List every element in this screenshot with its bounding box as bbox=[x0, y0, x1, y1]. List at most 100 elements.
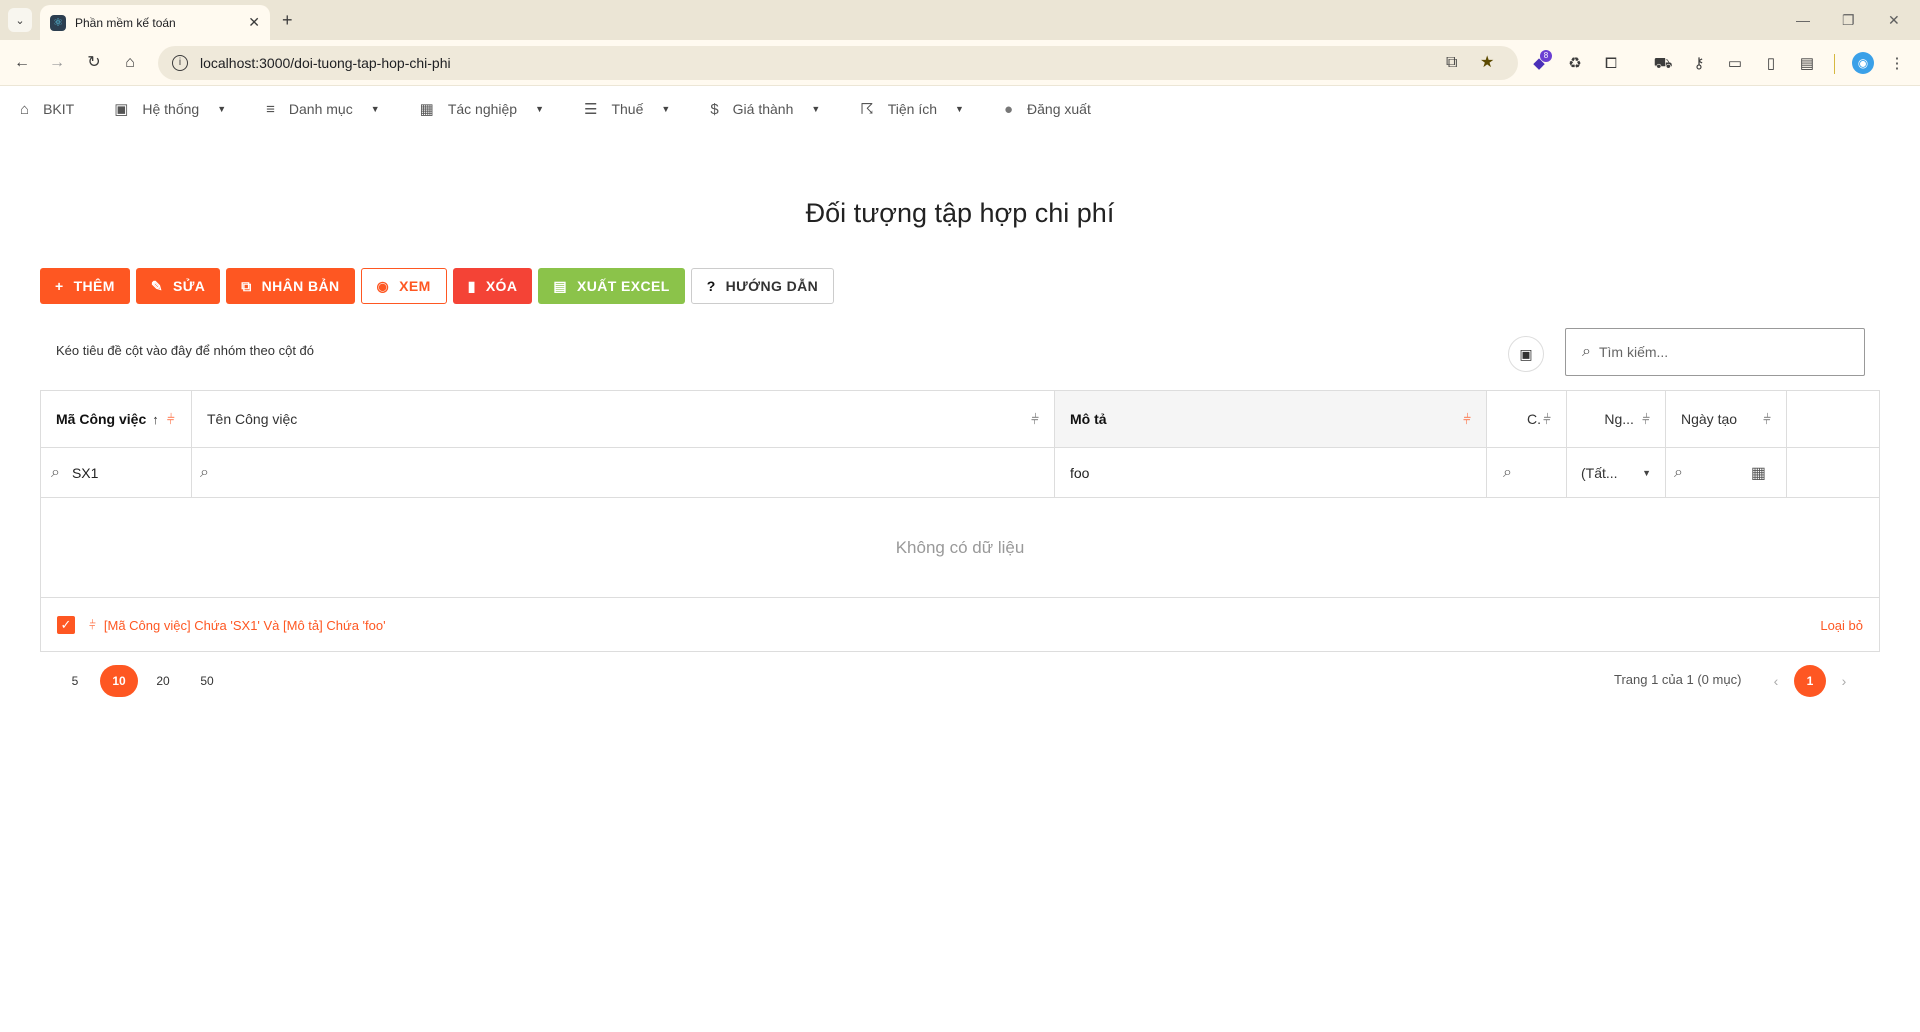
menu-item-thue[interactable]: ☰ Thuế ▼ bbox=[584, 87, 670, 131]
dropdown-caret-icon[interactable]: ▼ bbox=[1642, 468, 1651, 478]
column-header-desc[interactable]: Mô tả ⫩ bbox=[1055, 391, 1487, 447]
payment-card-icon[interactable]: ▭ bbox=[1724, 53, 1746, 75]
close-tab-icon[interactable]: ✕ bbox=[248, 14, 260, 31]
menu-item-dang-xuat[interactable]: ● Đăng xuất bbox=[1004, 87, 1091, 131]
search-input[interactable] bbox=[1598, 344, 1839, 360]
page-number-current[interactable]: 1 bbox=[1794, 665, 1826, 697]
copy-icon: ⧉ bbox=[241, 277, 252, 294]
new-tab-button[interactable]: + bbox=[282, 8, 293, 32]
filter-enabled-checkbox[interactable]: ✓ bbox=[57, 616, 75, 634]
minimize-icon[interactable]: — bbox=[1796, 8, 1810, 32]
menu-item-bkit[interactable]: ⌂ BKIT bbox=[20, 87, 74, 131]
filter-cell-desc[interactable]: foo bbox=[1055, 448, 1487, 497]
prev-page-icon[interactable]: ‹ bbox=[1768, 673, 1784, 689]
address-bar[interactable]: i localhost:3000/doi-tuong-tap-hop-chi-p… bbox=[158, 46, 1518, 80]
filter-cell-c[interactable]: ⌕ bbox=[1487, 448, 1567, 497]
plus-icon: + bbox=[55, 278, 64, 294]
help-circle-icon: ? bbox=[706, 278, 716, 294]
view-label: XEM bbox=[399, 278, 431, 294]
caret-down-icon: ▼ bbox=[535, 104, 545, 114]
filter-cell-ng[interactable]: (Tất... ▼ bbox=[1567, 448, 1666, 497]
restore-icon[interactable]: ❐ bbox=[1842, 8, 1855, 32]
page-size-selector: 5 10 20 50 bbox=[56, 665, 226, 697]
filter-cell-name[interactable]: ⌕ bbox=[192, 448, 1055, 497]
menu-label: Danh mục bbox=[288, 101, 353, 117]
page-size-option[interactable]: 50 bbox=[188, 665, 226, 697]
column-title: C. bbox=[1526, 411, 1541, 427]
side-panel-icon[interactable]: ▤ bbox=[1796, 53, 1818, 75]
list-icon: ≡ bbox=[266, 100, 275, 118]
menu-item-gia-thanh[interactable]: $ Giá thành ▼ bbox=[710, 87, 820, 131]
trash-icon: ▮ bbox=[467, 277, 476, 294]
menu-item-tien-ich[interactable]: ☈ Tiện ích ▼ bbox=[860, 87, 964, 131]
column-header-c[interactable]: C. ⫩ bbox=[1487, 391, 1567, 447]
export-excel-button[interactable]: ▤ XUẤT EXCEL bbox=[538, 268, 685, 304]
header-filter-icon[interactable]: ⫩ bbox=[1763, 411, 1771, 428]
help-button[interactable]: ? HƯỚNG DẪN bbox=[690, 268, 835, 304]
tab-search-button[interactable]: ⌄ bbox=[8, 8, 32, 32]
chevron-down-icon: ⌄ bbox=[15, 14, 25, 27]
profile-avatar[interactable]: ◉ bbox=[1852, 52, 1874, 74]
reading-mode-icon[interactable]: ▯ bbox=[1760, 53, 1782, 75]
filter-icon[interactable]: ⫩ bbox=[89, 618, 96, 633]
duplicate-button[interactable]: ⧉ NHÂN BẢN bbox=[226, 268, 355, 304]
caret-down-icon: ▼ bbox=[955, 104, 964, 114]
add-button[interactable]: + THÊM bbox=[40, 268, 130, 304]
sort-ascending-icon[interactable]: ↑ bbox=[152, 412, 159, 427]
home-icon[interactable]: ⌂ bbox=[118, 51, 142, 75]
caret-down-icon: ▼ bbox=[370, 104, 380, 114]
page-size-option[interactable]: 5 bbox=[56, 665, 94, 697]
browser-tab-active[interactable]: ⚛ Phần mềm kế toán ✕ bbox=[40, 5, 270, 40]
page-size-option-active[interactable]: 10 bbox=[100, 665, 138, 697]
view-button[interactable]: ◉ XEM bbox=[360, 268, 447, 304]
group-panel-hint: Kéo tiêu đề cột vào đây để nhóm theo cột… bbox=[56, 343, 315, 358]
duplicate-label: NHÂN BẢN bbox=[261, 278, 340, 294]
calendar-icon[interactable]: ▦ bbox=[1751, 463, 1766, 483]
column-header-actions bbox=[1787, 391, 1879, 447]
close-window-icon[interactable]: ✕ bbox=[1888, 8, 1900, 32]
filter-select-value[interactable]: (Tất... bbox=[1581, 465, 1618, 481]
column-header-ng[interactable]: Ng... ⫩ bbox=[1567, 391, 1666, 447]
column-header-created[interactable]: Ngày tạo ⫩ bbox=[1666, 391, 1787, 447]
password-key-icon[interactable]: ⚷ bbox=[1688, 53, 1710, 75]
next-page-icon[interactable]: › bbox=[1836, 673, 1852, 689]
forward-icon[interactable]: → bbox=[45, 51, 69, 75]
menu-item-danh-muc[interactable]: ≡ Danh mục ▼ bbox=[266, 87, 380, 131]
page-size-option[interactable]: 20 bbox=[144, 665, 182, 697]
column-chooser-button[interactable]: ▣ bbox=[1508, 336, 1544, 372]
menu-item-he-thong[interactable]: ▣ Hệ thống ▼ bbox=[114, 87, 226, 131]
install-app-icon[interactable]: ⧉ bbox=[1446, 46, 1457, 80]
filter-cell-code[interactable]: ⌕ SX1 bbox=[41, 448, 192, 497]
header-filter-icon[interactable]: ⫩ bbox=[1642, 411, 1650, 428]
filter-value[interactable]: SX1 bbox=[72, 465, 98, 481]
logout-icon: ● bbox=[1003, 100, 1014, 118]
car-extension-icon[interactable]: ⛟ bbox=[1652, 53, 1674, 75]
puzzle-extensions-icon[interactable]: ⧠ bbox=[1600, 53, 1622, 75]
header-filter-icon[interactable]: ⫩ bbox=[1543, 411, 1551, 428]
column-header-code[interactable]: Mã Công việc ↑ ⫩ bbox=[41, 391, 192, 447]
checklist-icon: ☰ bbox=[584, 101, 598, 118]
clear-filter-link[interactable]: Loại bỏ bbox=[1820, 618, 1863, 633]
header-filter-icon[interactable]: ⫩ bbox=[167, 411, 175, 428]
filter-value[interactable]: foo bbox=[1070, 465, 1089, 481]
column-header-name[interactable]: Tên Công việc ⫩ bbox=[192, 391, 1055, 447]
search-icon: ⌕ bbox=[1674, 463, 1683, 481]
grid-search-box[interactable]: ⌕ bbox=[1565, 328, 1865, 376]
bookmark-star-icon[interactable]: ★ bbox=[1480, 46, 1494, 80]
edit-button[interactable]: ✎ SỬA bbox=[135, 268, 221, 304]
recycle-extension-icon[interactable]: ♻ bbox=[1564, 53, 1586, 75]
reload-icon[interactable]: ↻ bbox=[82, 51, 106, 75]
search-icon: ⌕ bbox=[51, 463, 60, 481]
site-info-icon[interactable]: i bbox=[172, 55, 188, 71]
filter-cell-created[interactable]: ⌕ ▦ bbox=[1666, 448, 1787, 497]
back-icon[interactable]: ← bbox=[10, 51, 34, 75]
column-title: Ngày tạo bbox=[1681, 411, 1738, 427]
header-filter-icon[interactable]: ⫩ bbox=[1031, 411, 1039, 428]
browser-menu-icon[interactable]: ⋮ bbox=[1886, 53, 1908, 75]
filter-expression[interactable]: [Mã Công việc] Chứa 'SX1' Và [Mô tả] Chứ… bbox=[104, 618, 386, 633]
menu-item-tac-nghiep[interactable]: ▦ Tác nghiệp ▼ bbox=[420, 87, 544, 131]
delete-button[interactable]: ▮ XÓA bbox=[452, 268, 533, 304]
delete-label: XÓA bbox=[485, 278, 518, 294]
save-icon: ▣ bbox=[114, 101, 129, 118]
header-filter-icon[interactable]: ⫩ bbox=[1463, 411, 1471, 428]
